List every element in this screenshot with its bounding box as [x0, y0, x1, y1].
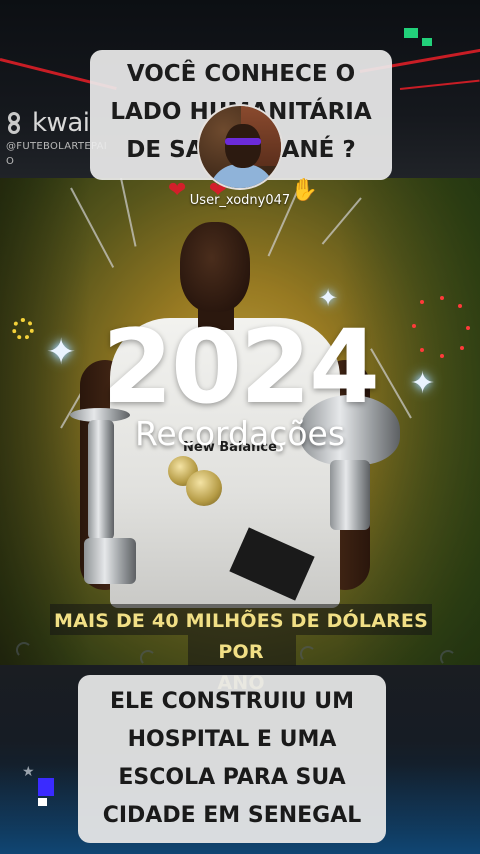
- video-frame: New Balance kwai @FUTEBOLARTEPAI O VOCÊ …: [0, 0, 480, 854]
- decor-square: [38, 778, 54, 796]
- user-avatar[interactable]: [197, 104, 283, 190]
- player-head: [180, 222, 250, 312]
- salary-caption-line1: MAIS DE 40 MILHÕES DE DÓLARES POR: [53, 610, 428, 663]
- year-heading: 2024: [102, 308, 380, 427]
- memories-subtitle: Recordações: [134, 414, 346, 453]
- info-text: ELE CONSTRUIU UM HOSPITAL E UMA ESCOLA P…: [102, 689, 362, 828]
- kwai-wordmark: kwai: [32, 108, 90, 138]
- decor-swirl: [440, 650, 456, 666]
- kwai-logo: kwai: [6, 108, 90, 138]
- firework-dot: [420, 300, 424, 304]
- decor-square: [422, 38, 432, 46]
- medal-icon: [186, 470, 222, 506]
- kwai-logo-icon: [6, 110, 28, 136]
- trophy-icon: [330, 460, 370, 530]
- star-icon: ★: [22, 764, 35, 780]
- decor-square: [38, 798, 47, 806]
- username-label[interactable]: User_xodny047: [160, 193, 320, 208]
- decor-square: [404, 28, 418, 38]
- firework-dot: [440, 296, 444, 300]
- trophy-icon: [84, 538, 136, 584]
- decor-swirl: [16, 642, 32, 658]
